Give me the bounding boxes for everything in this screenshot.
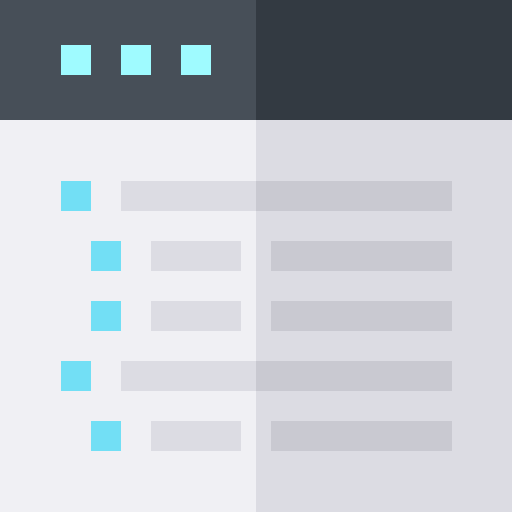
- list-bullet-icon: [91, 421, 121, 451]
- list-bullet-icon: [91, 301, 121, 331]
- window-dot-2-icon: [121, 45, 151, 75]
- header-right-panel: [256, 0, 512, 120]
- list-item-label-bar: [151, 421, 241, 451]
- list-item-bar: [121, 361, 256, 391]
- list-item-value-bar: [271, 421, 452, 451]
- list-item-label-bar: [151, 241, 241, 271]
- list-item-bar: [256, 361, 452, 391]
- window-dot-1-icon: [61, 45, 91, 75]
- list-bullet-icon: [91, 241, 121, 271]
- list-bullet-icon: [61, 361, 91, 391]
- list-item-value-bar: [271, 301, 452, 331]
- document-structure-illustration: [0, 0, 512, 512]
- list-item-bar: [256, 181, 452, 211]
- window-dot-3-icon: [181, 45, 211, 75]
- list-item-value-bar: [271, 241, 452, 271]
- list-bullet-icon: [61, 181, 91, 211]
- list-item-bar: [121, 181, 256, 211]
- list-item-label-bar: [151, 301, 241, 331]
